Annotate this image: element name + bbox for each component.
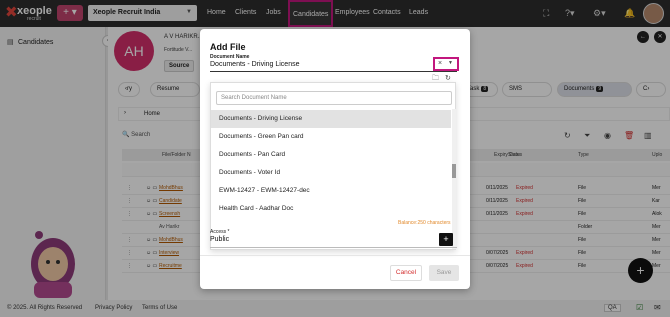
dropdown-option[interactable]: EWM-12427 - EWM-12427-dec — [211, 182, 451, 200]
dropdown-option[interactable]: Documents - Green Pan card — [211, 128, 451, 146]
dropdown-search-input[interactable]: Search Document Name — [216, 91, 452, 105]
access-underline — [210, 247, 457, 248]
access-label: Access * — [210, 229, 230, 235]
balance-characters: Balance:250 characters — [398, 220, 451, 226]
document-name-clear-toggle[interactable]: × ▼ — [433, 57, 459, 71]
dropdown-option-selected[interactable]: Documents - Driving License — [211, 110, 451, 128]
document-name-select[interactable]: Documents - Driving License — [210, 61, 299, 68]
add-access-button[interactable]: + — [439, 233, 453, 246]
dropdown-option[interactable]: Health Card - Aadhar Doc — [211, 200, 451, 218]
save-button[interactable]: Save — [429, 265, 459, 281]
document-name-underline — [210, 71, 457, 72]
dropdown-option[interactable]: Documents - Voter Id — [211, 164, 451, 182]
document-name-label: Document Name — [210, 54, 250, 60]
chevron-down-icon[interactable]: ▼ — [448, 60, 453, 66]
modal-divider — [200, 255, 470, 256]
add-file-modal: Add File Document Name Documents - Drivi… — [200, 29, 470, 289]
modal-title: Add File — [210, 42, 246, 52]
reload-icon[interactable]: ↻ — [445, 74, 451, 82]
dropdown-scrollbar[interactable] — [452, 109, 456, 249]
cancel-button[interactable]: Cancel — [390, 265, 422, 281]
scrollbar-thumb[interactable] — [452, 164, 456, 178]
access-select[interactable]: Public — [210, 236, 229, 243]
dropdown-option[interactable]: Documents - Pan Card — [211, 146, 451, 164]
clear-icon[interactable]: × — [438, 60, 442, 67]
